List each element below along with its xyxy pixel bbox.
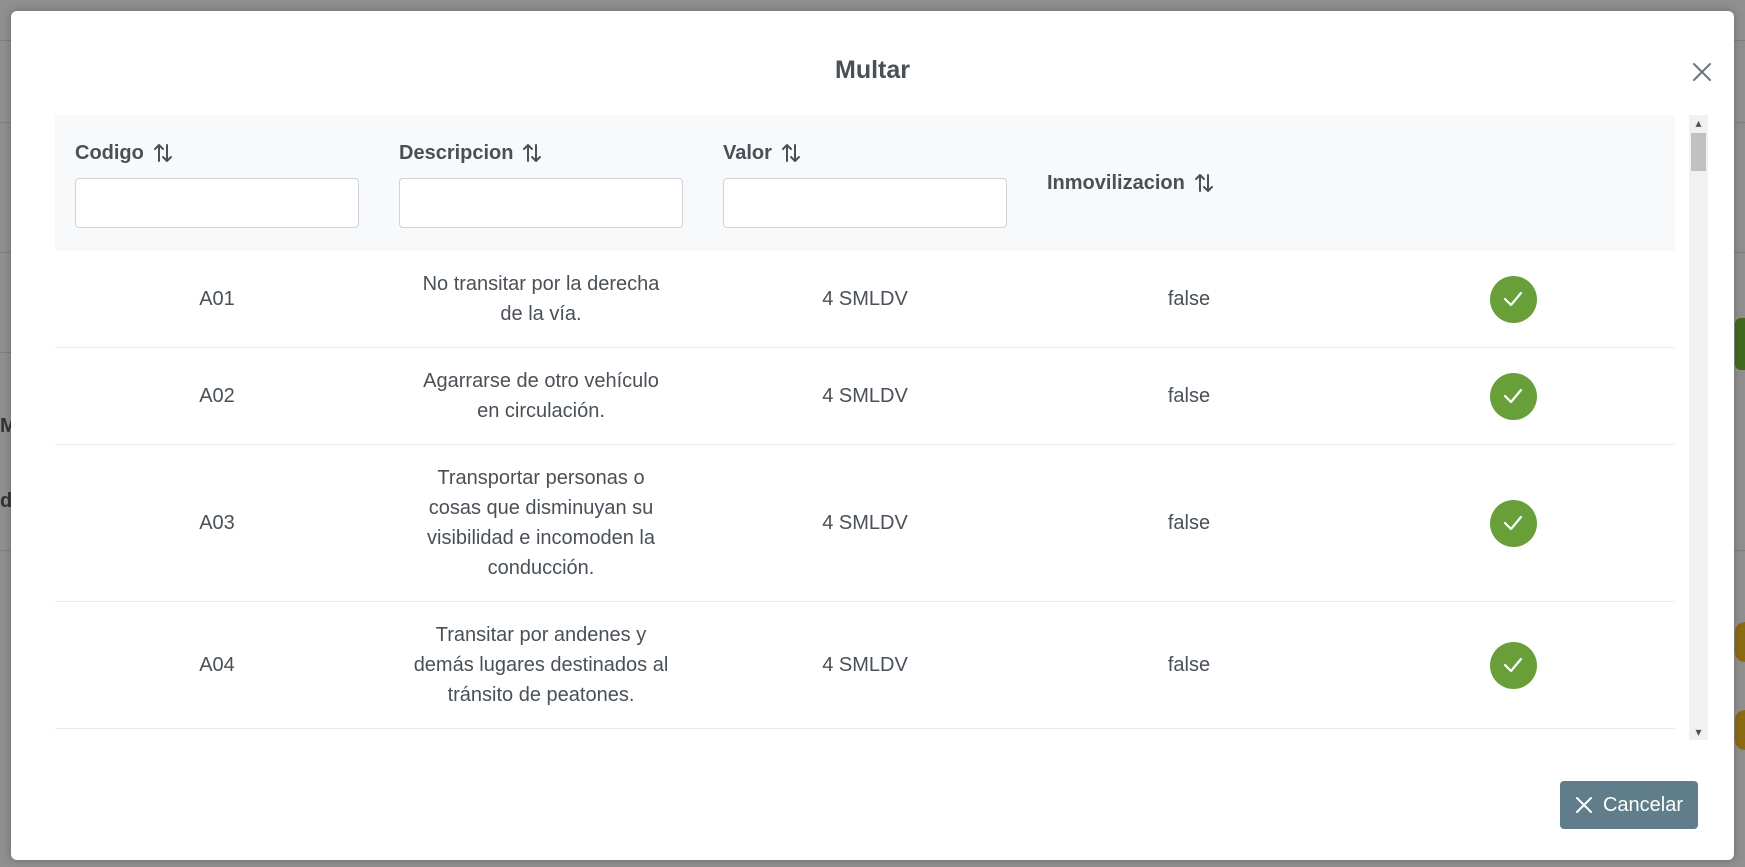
cell-action — [1351, 444, 1675, 602]
cancel-button[interactable]: Cancelar — [1560, 781, 1698, 829]
sort-alt-icon[interactable] — [521, 142, 543, 164]
codigo-filter-input[interactable] — [75, 178, 359, 228]
background-amber-button — [1735, 622, 1745, 662]
select-fine-button[interactable] — [1489, 499, 1537, 547]
close-icon — [1693, 63, 1711, 81]
table-header-row: Codigo Descripcion Valor Inmovilizacion — [55, 115, 1675, 251]
cell-codigo: A04 — [55, 601, 379, 729]
column-header-inmovilizacion[interactable]: Inmovilizacion — [1027, 115, 1351, 251]
check-icon — [1503, 657, 1523, 673]
table-row[interactable]: A02 Agarrarse de otro vehículo en circul… — [55, 347, 1675, 445]
table-row[interactable]: A03 Transportar personas o cosas que dis… — [55, 444, 1675, 602]
scroll-up-arrow-icon[interactable]: ▴ — [1689, 115, 1708, 131]
multar-dialog: Multar Codigo Descripcion Valor Inmovili… — [11, 11, 1734, 860]
valor-filter-input[interactable] — [723, 178, 1007, 228]
table-row[interactable]: A04 Transitar por andenes y demás lugare… — [55, 601, 1675, 729]
column-header-descripcion[interactable]: Descripcion — [379, 115, 703, 251]
cell-inmovilizacion: false — [1027, 601, 1351, 729]
descripcion-filter-input[interactable] — [399, 178, 683, 228]
column-label: Valor — [723, 141, 772, 164]
sort-alt-icon[interactable] — [1193, 172, 1215, 194]
cancel-button-label: Cancelar — [1602, 793, 1684, 816]
column-label: Codigo — [75, 141, 144, 164]
select-fine-button[interactable] — [1489, 372, 1537, 420]
cell-inmovilizacion: false — [1027, 251, 1351, 348]
check-icon — [1503, 515, 1523, 531]
cell-inmovilizacion: false — [1027, 347, 1351, 445]
cell-descripcion: Transitar por andenes y demás lugares de… — [379, 601, 703, 729]
cell-descripcion: No transitar por la derecha de la vía. — [379, 251, 703, 348]
cell-valor: 4 SMLDV — [703, 251, 1027, 348]
cell-action — [1351, 347, 1675, 445]
cell-codigo: A01 — [55, 251, 379, 348]
cell-descripcion: Agarrarse de otro vehículo en circulació… — [379, 347, 703, 445]
cell-descripcion: Transportar personas o cosas que disminu… — [379, 444, 703, 602]
sort-alt-icon[interactable] — [152, 142, 174, 164]
cell-codigo: A02 — [55, 347, 379, 445]
cell-codigo: A03 — [55, 444, 379, 602]
times-icon — [1575, 797, 1592, 813]
column-header-actions — [1351, 115, 1675, 251]
fines-table: Codigo Descripcion Valor Inmovilizacion … — [55, 115, 1675, 729]
background-green-button — [1735, 318, 1745, 370]
check-icon — [1503, 291, 1523, 307]
fines-table-container: Codigo Descripcion Valor Inmovilizacion … — [55, 115, 1675, 740]
cell-action — [1351, 251, 1675, 348]
cell-valor: 4 SMLDV — [703, 601, 1027, 729]
close-button[interactable] — [1688, 58, 1716, 86]
sort-alt-icon[interactable] — [780, 142, 802, 164]
table-scrollbar[interactable]: ▴ ▾ — [1689, 115, 1708, 740]
table-row[interactable]: A01 No transitar por la derecha de la ví… — [55, 251, 1675, 348]
column-label: Descripcion — [399, 141, 514, 164]
scrollbar-thumb[interactable] — [1691, 133, 1706, 171]
select-fine-button[interactable] — [1489, 275, 1537, 323]
column-header-codigo[interactable]: Codigo — [55, 115, 379, 251]
cell-inmovilizacion: false — [1027, 444, 1351, 602]
scroll-down-arrow-icon[interactable]: ▾ — [1689, 724, 1708, 740]
cell-valor: 4 SMLDV — [703, 444, 1027, 602]
column-label: Inmovilizacion — [1047, 171, 1185, 194]
select-fine-button[interactable] — [1489, 641, 1537, 689]
dialog-header: Multar — [11, 11, 1734, 111]
column-header-valor[interactable]: Valor — [703, 115, 1027, 251]
cell-valor: 4 SMLDV — [703, 347, 1027, 445]
dialog-title: Multar — [835, 56, 910, 84]
cell-action — [1351, 601, 1675, 729]
background-amber-button — [1735, 710, 1745, 750]
check-icon — [1503, 388, 1523, 404]
